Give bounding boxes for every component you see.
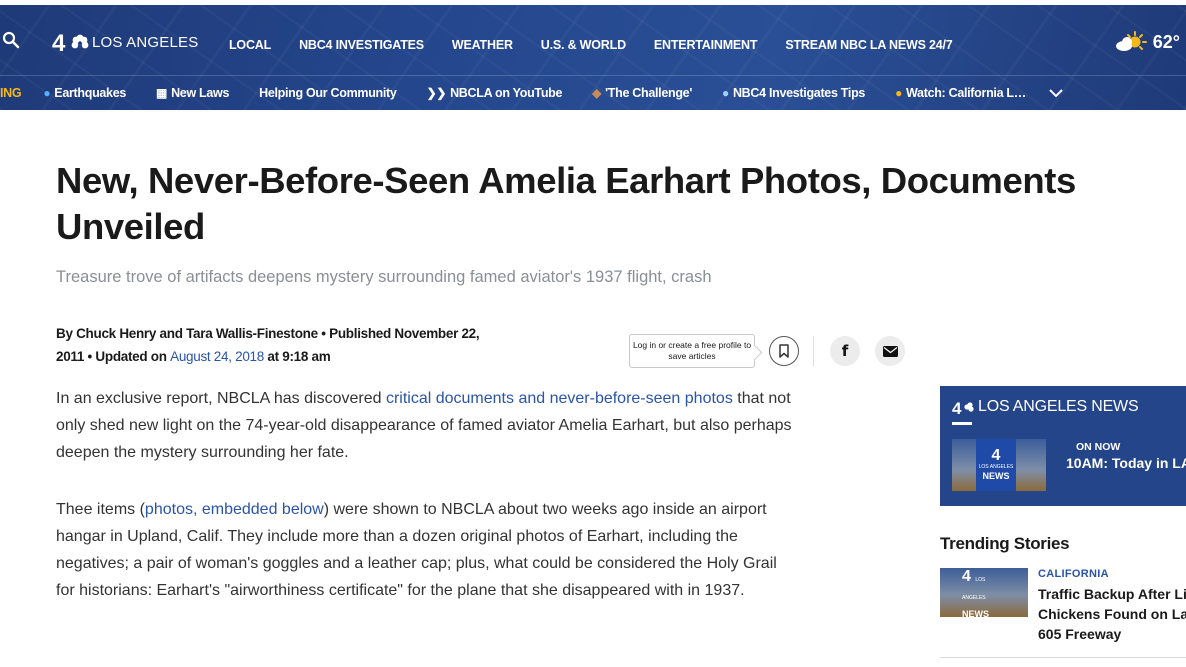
nbc4-logo[interactable]: 4 LOS ANGELES [52, 29, 198, 55]
svg-text:4: 4 [52, 30, 66, 55]
trending-stories-title: Trending Stories [940, 534, 1070, 553]
nav-entertainment[interactable]: ENTERTAINMENT [654, 38, 758, 52]
subnav-watch-california[interactable]: ● Watch: California L… [895, 86, 1026, 100]
news-card-header: 4 LOS ANGELES NEWS [952, 398, 1139, 416]
bookmark-icon [779, 344, 789, 358]
calendar-icon: ▦ [156, 86, 168, 100]
save-article-tooltip: Log in or create a free profile to save … [629, 334, 755, 368]
subnav-label: Earthquakes [54, 86, 127, 100]
weather-temperature: 62° [1152, 31, 1180, 52]
subnav-helping-community[interactable]: Helping Our Community [259, 86, 397, 100]
trending-story-item[interactable]: 4 LOS ANGELES NEWS CALIFORNIA Traffic Ba… [940, 568, 1186, 648]
subnav-label: NBC4 Investigates Tips [732, 86, 866, 100]
subnav-earthquakes[interactable]: ● Earthquakes [43, 86, 126, 100]
subnav-new-laws[interactable]: ▦ New Laws [156, 86, 229, 100]
photos-embedded-link[interactable]: photos, embedded below [145, 501, 324, 518]
football-icon: ◆ [592, 86, 602, 100]
subnav-label: 'The Challenge' [605, 86, 692, 100]
article-paragraph-2: Thee items (photos, embedded below) were… [56, 496, 796, 604]
subnav-label: New Laws [171, 86, 230, 100]
divider [940, 657, 1186, 658]
search-icon[interactable] [2, 31, 20, 49]
main-nav: LOCAL NBC4 INVESTIGATES WEATHER U.S. & W… [229, 38, 981, 52]
nbc4-news-badge: 4 LOS ANGELES NEWS [976, 439, 1016, 491]
facebook-icon: f [841, 342, 849, 360]
nav-us-world[interactable]: U.S. & WORLD [541, 38, 626, 52]
nav-nbc4-investigates[interactable]: NBC4 INVESTIGATES [299, 38, 424, 52]
trending-label: ING [0, 86, 22, 100]
subnav-label: NBCLA on YouTube [450, 86, 563, 100]
badge-news: NEWS [962, 609, 989, 617]
top-bar: 4 LOS ANGELES LOCAL NBC4 INVESTIGATES WE… [0, 5, 1186, 75]
title-underline [952, 422, 972, 425]
badge-news: NEWS [982, 471, 1010, 481]
byline-updated-prefix: • Updated on [84, 349, 171, 364]
badge-number: 4 [991, 447, 1001, 464]
article-headline: New, Never-Before-Seen Amelia Earhart Ph… [56, 160, 1076, 247]
paragraph-text: Thee items ( [56, 501, 145, 518]
article-byline: By Chuck Henry and Tara Wallis-Finestone… [56, 322, 496, 368]
nav-local[interactable]: LOCAL [229, 38, 271, 52]
nbc-peacock-4-icon: 4 [52, 30, 89, 55]
byline-updated-date: August 24, 2018 [170, 349, 264, 364]
badge-number: 4 [962, 568, 971, 585]
news-card-title: LOS ANGELES NEWS [978, 398, 1139, 415]
live-stream-thumbnail[interactable]: 4 LOS ANGELES NEWS [952, 439, 1046, 491]
subnav-the-challenge[interactable]: ◆ 'The Challenge' [592, 86, 692, 100]
on-now-label: ON NOW [1076, 441, 1121, 453]
trending-story-thumbnail[interactable]: 4 LOS ANGELES NEWS [940, 568, 1028, 617]
paragraph-text: In an exclusive report, NBCLA has discov… [56, 390, 386, 407]
article-subhead: Treasure trove of artifacts deepens myst… [56, 268, 712, 286]
byline-updated-time: at 9:18 am [263, 349, 331, 364]
on-now-show[interactable]: 10AM: Today in LA [1066, 455, 1186, 471]
article-paragraph-1: In an exclusive report, NBCLA has discov… [56, 385, 796, 466]
share-divider [813, 336, 814, 366]
globe-icon: ● [43, 86, 51, 100]
email-share-button[interactable] [875, 336, 905, 366]
headline-line: Traffic Backup After Live [1038, 586, 1186, 602]
trending-subnav: ING ● Earthquakes ▦ New Laws Helping Our… [0, 75, 1186, 110]
subnav-nbcla-youtube[interactable]: ❯❯ NBCLA on YouTube [427, 86, 563, 100]
sun-icon: ● [895, 86, 903, 100]
nbc4-logo-icon: 4 [952, 399, 974, 416]
nav-stream[interactable]: STREAM NBC LA NEWS 24/7 [785, 38, 952, 52]
nav-weather[interactable]: WEATHER [452, 38, 513, 52]
pin-icon: ● [722, 86, 729, 100]
partly-sunny-icon [1115, 31, 1147, 51]
byline-authors: By Chuck Henry and Tara Wallis-Finestone [56, 326, 318, 341]
svg-text:4: 4 [952, 399, 962, 416]
documents-photos-link[interactable]: critical documents and never-before-seen… [386, 390, 733, 407]
email-icon [882, 345, 898, 357]
headline-line: 605 Freeway [1038, 626, 1122, 642]
trending-story-headline[interactable]: Traffic Backup After Live Chickens Found… [1038, 584, 1186, 644]
subnav-label: Helping Our Community [259, 86, 397, 100]
nbc4-news-badge: 4 LOS ANGELES NEWS [962, 568, 1006, 618]
headline-line: Chickens Found on Lanes of [1038, 606, 1186, 622]
la-news-card[interactable]: 4 LOS ANGELES NEWS 4 LOS ANGELES NEWS ON… [940, 386, 1186, 506]
bookmark-button[interactable] [769, 336, 799, 366]
site-header: 4 LOS ANGELES LOCAL NBC4 INVESTIGATES WE… [0, 5, 1186, 110]
subnav-investigates-tips[interactable]: ● NBC4 Investigates Tips [722, 86, 865, 100]
logo-city: LOS ANGELES [92, 33, 199, 51]
youtube-icon: ❯❯ [426, 86, 447, 100]
chevron-down-icon[interactable] [1048, 87, 1064, 99]
trending-story-category[interactable]: CALIFORNIA [1038, 568, 1109, 580]
weather-widget[interactable]: 62° [1115, 31, 1180, 53]
facebook-share-button[interactable]: f [830, 336, 860, 366]
subnav-label: Watch: California L… [906, 86, 1026, 100]
